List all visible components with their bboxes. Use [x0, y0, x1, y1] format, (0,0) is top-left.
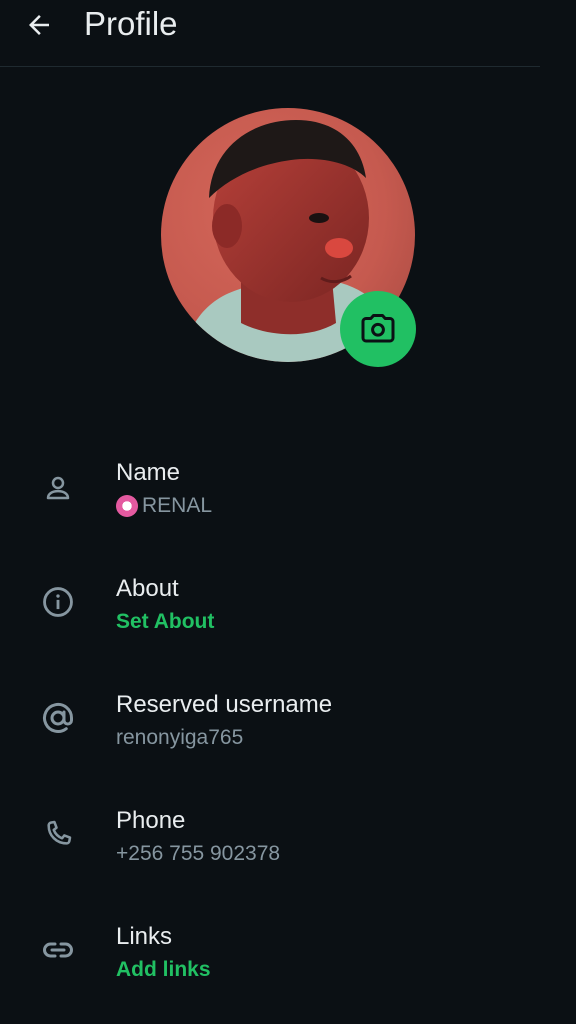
phone-row[interactable]: Phone +256 755 902378 — [0, 806, 576, 902]
flower-emoji-icon — [116, 495, 138, 517]
name-label: Name — [116, 459, 181, 486]
about-row[interactable]: About Set About — [0, 574, 576, 670]
avatar-container — [161, 108, 416, 367]
name-value: RENAL — [142, 494, 213, 517]
links-row[interactable]: Links Add links — [0, 922, 576, 1018]
username-row[interactable]: Reserved username renonyiga765 — [0, 690, 576, 786]
change-photo-button[interactable] — [340, 291, 416, 367]
phone-label: Phone — [116, 807, 186, 834]
name-row[interactable]: Name RENAL — [0, 458, 576, 554]
person-icon — [38, 468, 78, 508]
phone-value: +256 755 902378 — [116, 842, 281, 865]
username-label: Reserved username — [116, 691, 333, 718]
links-value[interactable]: Add links — [116, 956, 211, 984]
top-app-bar: Profile — [0, 0, 540, 67]
camera-icon — [361, 314, 395, 343]
about-label: About — [116, 575, 179, 602]
name-value-container: RENAL — [116, 492, 212, 520]
back-button[interactable] — [18, 4, 60, 46]
phone-icon — [38, 814, 78, 854]
info-icon — [38, 582, 78, 622]
link-icon — [38, 930, 78, 970]
username-value: renonyiga765 — [116, 726, 244, 749]
about-value[interactable]: Set About — [116, 608, 214, 636]
page-title: Profile — [84, 5, 178, 42]
arrow-left-icon — [29, 15, 49, 35]
profile-screen: Profile Name RENAL About Set About Reser… — [0, 0, 576, 1024]
links-label: Links — [116, 923, 173, 950]
at-icon — [38, 698, 78, 738]
